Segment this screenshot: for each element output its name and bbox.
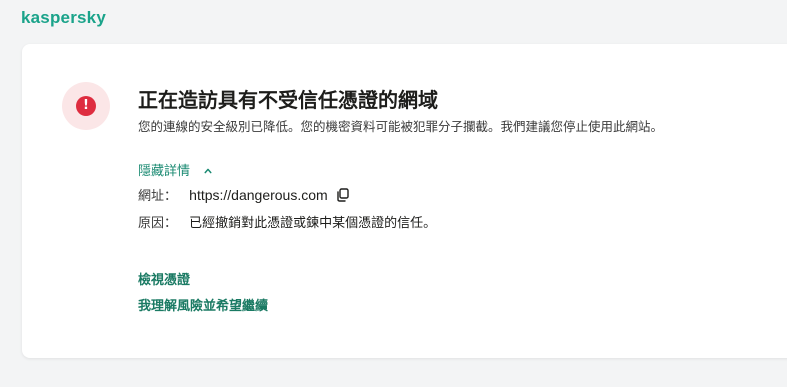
hide-details-label: 隱藏詳情 [138, 164, 191, 179]
hide-details-toggle[interactable]: 隱藏詳情 [138, 160, 212, 179]
copy-icon[interactable] [336, 188, 350, 202]
chevron-up-icon [204, 168, 212, 174]
accept-risk-link[interactable]: 我理解風險並希望繼續 [138, 295, 268, 314]
reason-row: 原因： 已經撤銷對此憑證或鍊中某個憑證的信任。 [138, 212, 436, 231]
reason-value: 已經撤銷對此憑證或鍊中某個憑證的信任。 [189, 216, 437, 231]
kaspersky-logo: kaspersky [21, 8, 106, 27]
warning-description: 您的連線的安全級別已降低。您的機密資料可能被犯罪分子攔截。我們建議您停止使用此網… [138, 119, 664, 134]
page-title: 正在造訪具有不受信任憑證的網域 [138, 88, 438, 112]
warning-card: ! 正在造訪具有不受信任憑證的網域 您的連線的安全級別已降低。您的機密資料可能被… [22, 44, 787, 358]
view-certificate-link[interactable]: 檢視憑證 [138, 269, 190, 288]
url-value: https://dangerous.com [189, 187, 328, 203]
reason-label: 原因： [138, 216, 178, 231]
alert-badge: ! [62, 82, 110, 130]
url-row: 網址： https://dangerous.com [138, 185, 350, 204]
url-label: 網址： [138, 189, 178, 204]
exclamation-icon: ! [76, 96, 96, 116]
